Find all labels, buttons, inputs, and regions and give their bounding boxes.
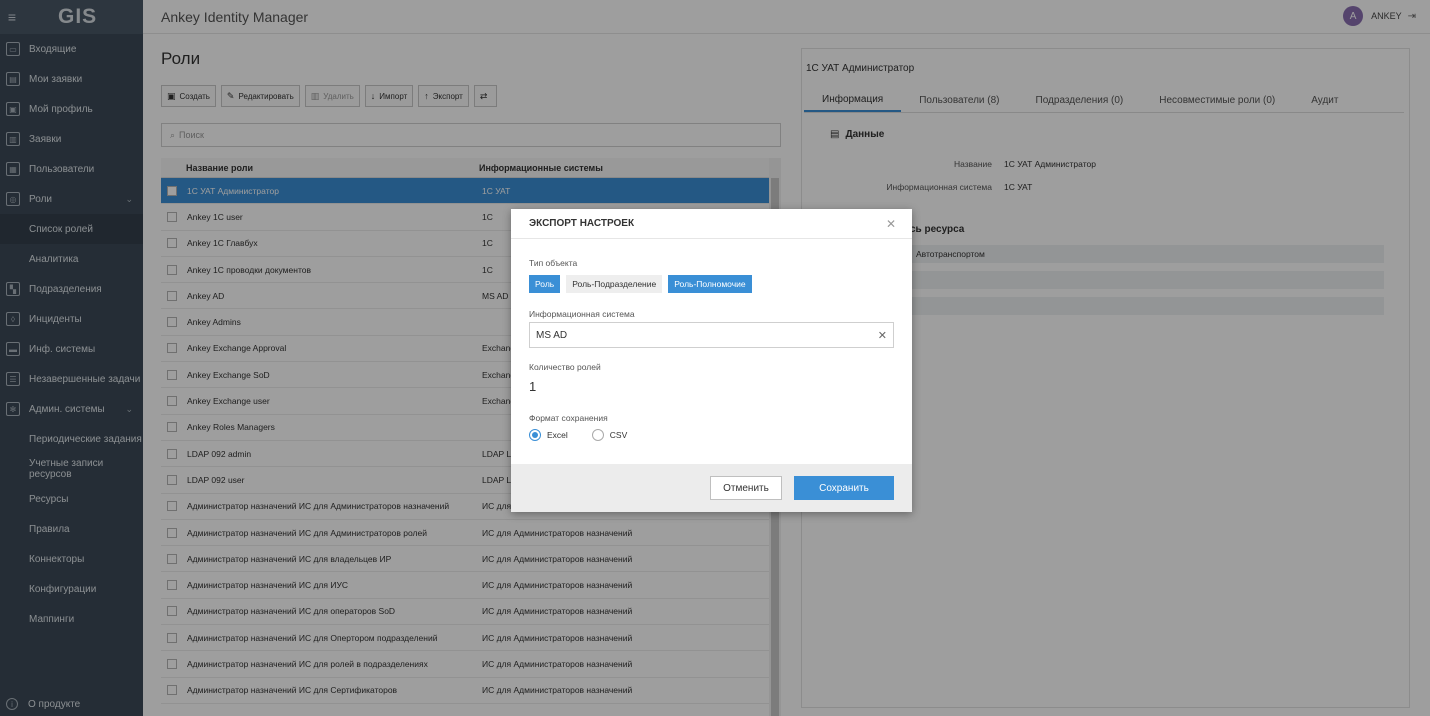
system-field[interactable]: MS AD ✕ (529, 322, 894, 348)
role-count-value: 1 (529, 379, 537, 394)
system-value: MS AD (536, 329, 568, 341)
type-chip-role[interactable]: Роль (529, 275, 561, 293)
cancel-button[interactable]: Отменить (710, 476, 782, 500)
role-count-label: Количество ролей (529, 362, 601, 372)
radio-excel[interactable] (529, 429, 541, 441)
radio-excel-label[interactable]: Excel (547, 430, 568, 440)
dialog-title: ЭКСПОРТ НАСТРОЕК (529, 218, 635, 229)
type-chip-role-department[interactable]: Роль-Подразделение (566, 275, 663, 293)
object-type-selector: Роль Роль-Подразделение Роль-Полномочие (529, 275, 752, 293)
object-type-label: Тип объекта (529, 258, 578, 268)
radio-csv[interactable] (591, 429, 604, 441)
system-label: Информационная система (529, 309, 635, 319)
format-label: Формат сохранения (529, 413, 608, 423)
radio-csv-label[interactable]: CSV (610, 430, 627, 440)
save-button[interactable]: Сохранить (794, 476, 894, 500)
export-settings-dialog: ЭКСПОРТ НАСТРОЕК ✕ Тип объекта Роль Роль… (511, 209, 912, 512)
format-radio-group: Excel CSV (529, 429, 651, 441)
close-icon[interactable]: ✕ (886, 217, 896, 231)
dialog-header: ЭКСПОРТ НАСТРОЕК ✕ (511, 209, 912, 239)
clear-icon[interactable]: ✕ (878, 329, 887, 342)
type-chip-role-permission[interactable]: Роль-Полномочие (668, 275, 752, 293)
dialog-footer: Отменить Сохранить (511, 464, 912, 512)
